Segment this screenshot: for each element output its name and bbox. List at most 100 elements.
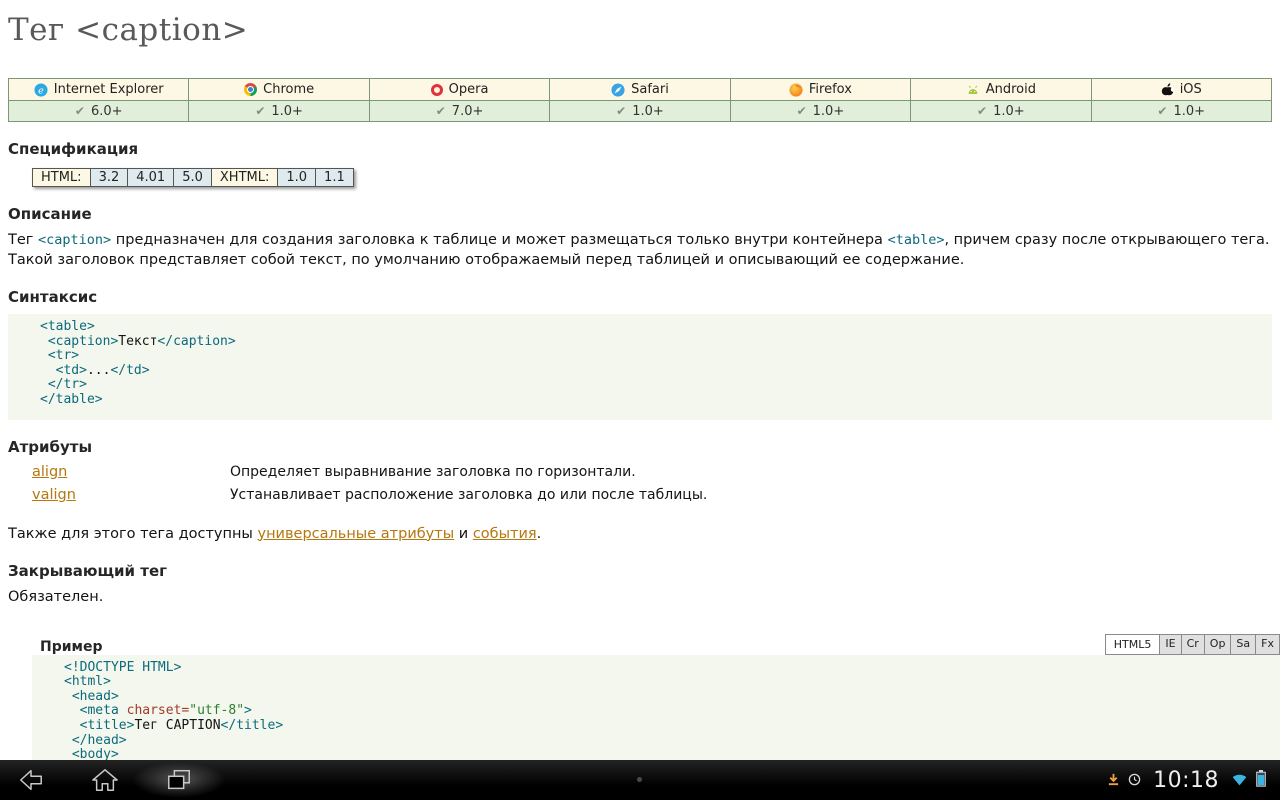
browser-version: ✔1.0+	[188, 100, 368, 121]
version-label: 1.0+	[632, 104, 664, 119]
attribute-term: align	[8, 464, 230, 480]
battery-icon	[1256, 770, 1266, 791]
home-button[interactable]	[88, 765, 122, 795]
browser-col-android: Android	[910, 79, 1090, 100]
browser-col-ios: iOS	[1091, 79, 1271, 100]
tab-html5[interactable]: HTML5	[1105, 634, 1161, 655]
center-dot	[637, 777, 642, 782]
alarm-icon	[1128, 771, 1141, 790]
check-icon: ✔	[436, 104, 446, 118]
browser-version: ✔7.0+	[369, 100, 549, 121]
closing-tag-text: Обязателен.	[8, 588, 1272, 608]
example-heading: Пример	[40, 639, 103, 655]
browser-version: ✔ 1.0+	[549, 100, 729, 121]
events-link[interactable]: события	[473, 526, 537, 542]
browser-name: Firefox	[809, 82, 852, 97]
code-line: <head>	[64, 690, 1272, 705]
page-title: Тег <caption>	[8, 12, 1272, 48]
universal-attributes-link[interactable]: универсальные атрибуты	[258, 526, 455, 542]
code-line: <table>	[40, 320, 1264, 335]
code-line: </head>	[64, 734, 1272, 749]
browser-name: Android	[986, 82, 1036, 97]
status-area[interactable]: 10:18	[1107, 768, 1280, 793]
version-label: 1.0+	[271, 104, 303, 119]
browser-version: ✔1.0+	[730, 100, 910, 121]
text-part: .	[537, 526, 542, 542]
safari-icon	[611, 83, 625, 97]
code-line: <td>...</td>	[40, 364, 1264, 379]
browser-col-opera: Opera	[369, 79, 549, 100]
tab-firefox[interactable]: Fx	[1256, 634, 1280, 655]
spec-cell-version: 3.2	[90, 169, 128, 186]
version-label: 1.0+	[1173, 104, 1205, 119]
version-label: 1.0+	[813, 104, 845, 119]
internet-explorer-icon: e	[34, 83, 48, 97]
attribute-row: valign Устанавливает расположение заголо…	[8, 487, 1272, 503]
svg-text:e: e	[38, 85, 44, 96]
documentation-page: Тег <caption> e Internet Explorer Chrome…	[0, 0, 1280, 760]
opera-icon	[431, 84, 443, 96]
version-label: 6.0+	[91, 104, 123, 119]
check-icon: ✔	[1157, 104, 1167, 118]
recent-apps-button[interactable]	[162, 765, 196, 795]
attribute-term: valign	[8, 487, 230, 503]
code-line: </table>	[40, 393, 1264, 408]
firefox-icon	[789, 83, 803, 97]
check-icon: ✔	[75, 104, 85, 118]
spec-cell-version: 4.01	[127, 169, 173, 186]
example-tabs: HTML5 IE Cr Op Sa Fx	[1105, 634, 1280, 655]
code-line: <meta charset="utf-8">	[64, 704, 1272, 719]
attr-link-valign[interactable]: valign	[32, 487, 76, 503]
apple-icon	[1161, 82, 1174, 97]
browser-version: ✔ 6.0+	[9, 100, 188, 121]
spec-cell-xhtml: XHTML:	[211, 169, 277, 186]
attr-link-align[interactable]: align	[32, 464, 67, 480]
code-line: </tr>	[40, 378, 1264, 393]
example-code: <!DOCTYPE HTML><html> <head> <meta chars…	[32, 655, 1280, 760]
browser-col-internet-explorer: e Internet Explorer	[9, 79, 188, 100]
inline-code-caption: <caption>	[38, 232, 111, 248]
code-line: <body>	[64, 748, 1272, 760]
attribute-row: align Определяет выравнивание заголовка …	[8, 464, 1272, 480]
tab-chrome[interactable]: Cr	[1182, 634, 1205, 655]
spec-cell-html: HTML:	[33, 169, 90, 186]
code-line: <html>	[64, 675, 1272, 690]
description-text: Тег <caption> предназначен для создания …	[8, 231, 1272, 270]
check-icon: ✔	[616, 104, 626, 118]
attribute-description: Определяет выравнивание заголовка по гор…	[230, 464, 636, 480]
attributes-note: Также для этого тега доступны универсаль…	[8, 525, 1272, 545]
syntax-code: <table> <caption>Текст</caption> <tr> <t…	[8, 314, 1272, 420]
wifi-icon	[1231, 771, 1248, 790]
closing-tag-heading: Закрывающий тег	[8, 562, 1272, 580]
tab-opera[interactable]: Op	[1205, 634, 1232, 655]
text-part: предназначен для создания заголовка к та…	[111, 232, 887, 248]
tab-safari[interactable]: Sa	[1231, 634, 1256, 655]
clock: 10:18	[1153, 768, 1219, 793]
browser-version: ✔ 1.0+	[1091, 100, 1271, 121]
code-line: <!DOCTYPE HTML>	[64, 661, 1272, 676]
browser-name: Chrome	[263, 82, 314, 97]
back-button[interactable]	[14, 765, 48, 795]
tab-ie[interactable]: IE	[1160, 634, 1181, 655]
specification-table: HTML: 3.2 4.01 5.0 XHTML: 1.0 1.1	[32, 168, 354, 187]
browser-version-row: ✔6.0+ ✔1.0+ ✔7.0+ ✔1.0+ ✔1.0+ ✔1.0+ ✔1.0…	[9, 100, 1271, 121]
browser-header-row: e Internet Explorer Chrome Opera Safari	[9, 79, 1271, 100]
text-part: Тег	[8, 232, 38, 248]
browser-col-firefox: Firefox	[730, 79, 910, 100]
browser-col-safari: Safari	[549, 79, 729, 100]
code-line: <caption>Текст</caption>	[40, 335, 1264, 350]
code-line: <tr>	[40, 349, 1264, 364]
browser-name: Safari	[631, 82, 669, 97]
chrome-icon	[244, 83, 257, 96]
browser-version: ✔1.0+	[910, 100, 1090, 121]
spec-cell-version: 5.0	[173, 169, 211, 186]
description-heading: Описание	[8, 205, 1272, 223]
inline-code-table: <table>	[888, 232, 945, 248]
attributes-heading: Атрибуты	[8, 438, 1272, 456]
attribute-description: Устанавливает расположение заголовка до …	[230, 487, 707, 503]
text-part: Также для этого тега доступны	[8, 526, 258, 542]
version-label: 1.0+	[993, 104, 1025, 119]
syntax-heading: Синтаксис	[8, 288, 1272, 306]
browser-col-chrome: Chrome	[188, 79, 368, 100]
android-icon	[966, 83, 980, 96]
